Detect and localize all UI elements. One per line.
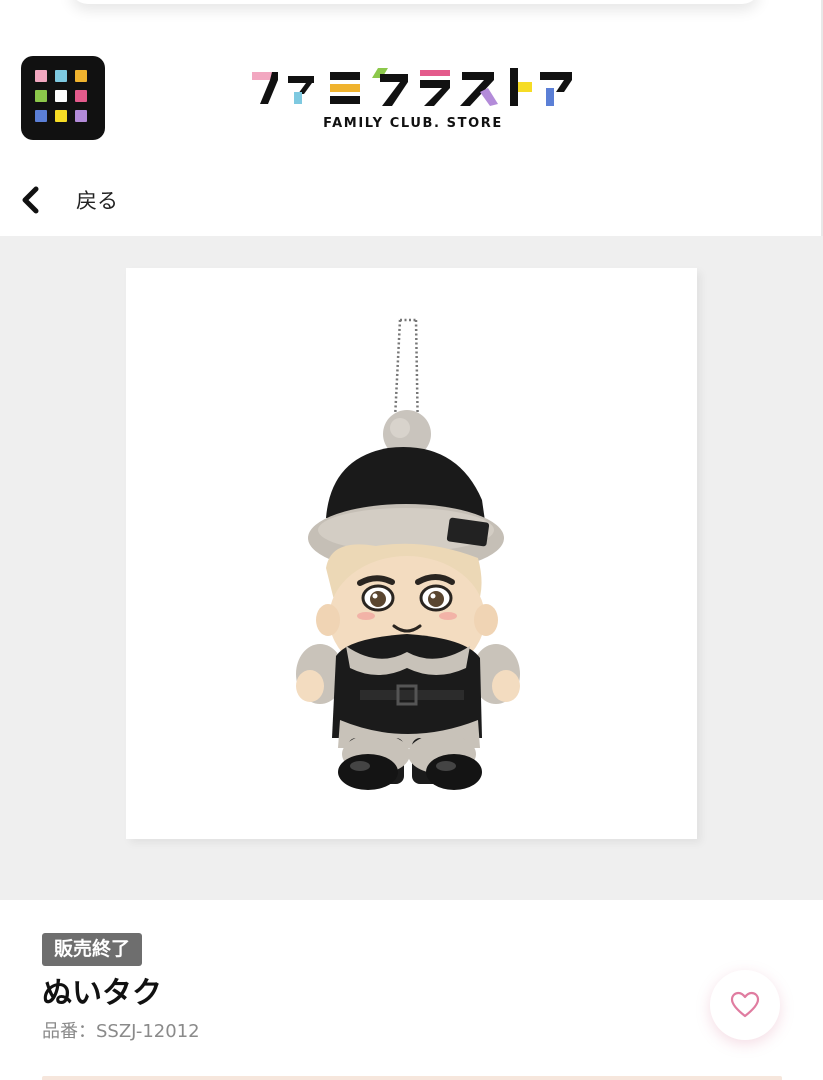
menu-grid-square: [35, 110, 47, 122]
logo-wordmark: [252, 68, 572, 106]
menu-grid-square: [35, 70, 47, 82]
product-gallery: [0, 236, 823, 900]
top-bar-remnant: [0, 0, 823, 40]
product-name: ぬいタク: [42, 976, 162, 1011]
menu-grid-square: [55, 70, 67, 82]
chevron-left-icon: [22, 186, 39, 214]
logo-subtitle: FAMILY CLUB. STORE: [323, 116, 503, 131]
bottom-strip: [42, 1076, 782, 1080]
menu-grid-square: [75, 70, 87, 82]
store-logo[interactable]: FAMILY CLUB. STORE: [248, 64, 578, 139]
menu-button[interactable]: [21, 56, 105, 140]
menu-grid-square: [35, 90, 47, 102]
page: FAMILY CLUB. STORE 戻る 販売終了 ぬいタク 品番：SSZJ-…: [0, 0, 823, 1080]
back-label: 戻る: [76, 189, 118, 213]
product-info: 販売終了 ぬいタク 品番：SSZJ-12012: [0, 900, 823, 1080]
favorite-button[interactable]: [710, 970, 780, 1040]
menu-grid-square: [75, 110, 87, 122]
menu-grid-square: [55, 110, 67, 122]
menu-grid-square: [55, 90, 67, 102]
back-button[interactable]: 戻る: [20, 180, 118, 220]
menu-grid-square: [75, 90, 87, 102]
status-badge: 販売終了: [42, 933, 143, 966]
heart-icon: [730, 991, 760, 1018]
plush-doll-image: [296, 318, 520, 790]
product-code: 品番：SSZJ-12012: [42, 1021, 200, 1042]
product-image[interactable]: [126, 268, 697, 839]
grid-menu-icon: [35, 70, 91, 126]
